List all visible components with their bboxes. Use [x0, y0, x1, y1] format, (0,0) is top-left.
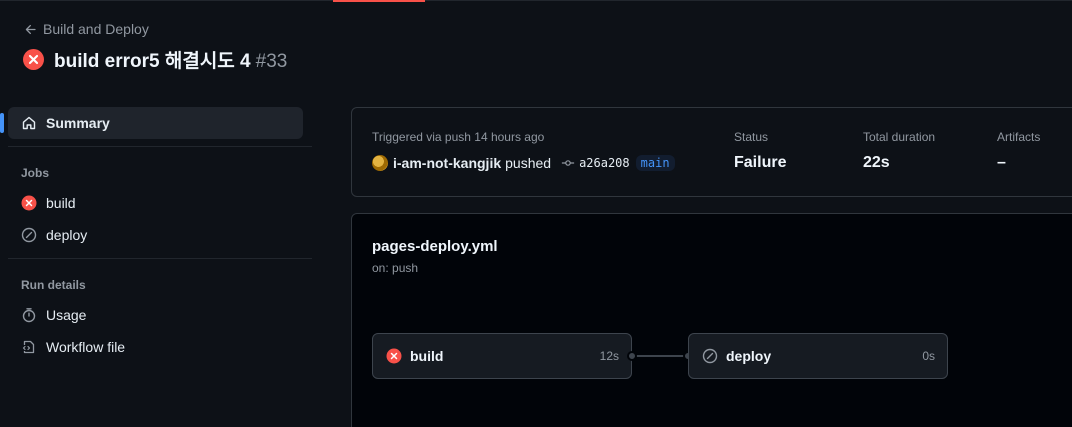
- sidebar-item-label: Usage: [46, 307, 87, 323]
- commit-link[interactable]: a26a208: [561, 156, 630, 170]
- stopwatch-icon: [22, 308, 36, 323]
- job-node-build[interactable]: build 12s: [372, 333, 632, 379]
- arrow-left-icon: [25, 24, 36, 34]
- jobs-heading: Jobs: [21, 166, 50, 180]
- status-label: Status: [734, 130, 769, 144]
- home-icon: [22, 116, 36, 130]
- top-border: [0, 0, 1072, 1]
- divider: [8, 146, 312, 147]
- trigger-label: Triggered via push 14 hours ago: [372, 130, 545, 144]
- sidebar-item-build[interactable]: build: [8, 187, 312, 219]
- artifacts-value: –: [997, 154, 1006, 171]
- branch-badge[interactable]: main: [635, 155, 675, 171]
- duration-stat: Total duration 22s: [863, 130, 935, 172]
- page-title: build error5 해결시도 4 #33: [23, 46, 287, 73]
- sidebar-item-label: Summary: [46, 115, 110, 131]
- sidebar-item-deploy[interactable]: deploy: [8, 219, 312, 251]
- status-stat: Status Failure: [734, 130, 786, 172]
- job-name: build: [410, 348, 444, 364]
- skip-icon: [21, 227, 37, 243]
- run-details-heading: Run details: [21, 278, 86, 292]
- sidebar-item-label: build: [46, 195, 76, 211]
- run-number: #33: [255, 51, 288, 72]
- sidebar-item-workflow-file[interactable]: Workflow file: [8, 331, 312, 363]
- x-circle-fill-icon: [21, 195, 37, 211]
- artifacts-stat: Artifacts –: [997, 130, 1040, 172]
- skip-icon: [702, 348, 718, 364]
- back-link-label: Build and Deploy: [43, 21, 149, 37]
- x-circle-fill-icon: [386, 348, 402, 364]
- sidebar-item-summary[interactable]: Summary: [0, 107, 303, 139]
- job-duration: 0s: [922, 349, 935, 363]
- connector-dot: [627, 351, 637, 361]
- x-circle-fill-icon: [23, 49, 44, 70]
- status-value: Failure: [734, 154, 787, 171]
- trigger-details: i-am-not-kangjik pushed a26a208 main: [372, 155, 675, 171]
- workflow-graph: pages-deploy.yml on: push build 12s depl…: [351, 213, 1072, 427]
- workflow-trigger: on: push: [372, 261, 419, 275]
- actor-link[interactable]: i-am-not-kangjik: [393, 155, 501, 171]
- artifacts-label: Artifacts: [997, 130, 1041, 144]
- back-link[interactable]: Build and Deploy: [24, 21, 149, 37]
- avatar[interactable]: [372, 155, 388, 171]
- divider: [8, 258, 312, 259]
- job-connector: [633, 355, 689, 357]
- active-tab-indicator: [333, 0, 425, 2]
- run-title-text: build error5 해결시도 4: [54, 51, 251, 72]
- duration-value: 22s: [863, 154, 890, 171]
- sidebar-item-usage[interactable]: Usage: [8, 299, 312, 331]
- sidebar-item-label: deploy: [46, 227, 88, 243]
- git-commit-icon: [561, 160, 575, 166]
- workflow-file-name: pages-deploy.yml: [372, 238, 498, 255]
- commit-sha: a26a208: [579, 156, 630, 170]
- sidebar: Summary Jobs build deploy Run details Us…: [0, 107, 312, 363]
- event-action: pushed: [505, 155, 552, 171]
- run-summary-card: Triggered via push 14 hours ago i-am-not…: [351, 107, 1072, 197]
- job-node-deploy[interactable]: deploy 0s: [688, 333, 948, 379]
- job-duration: 12s: [599, 349, 619, 363]
- duration-label: Total duration: [863, 130, 936, 144]
- file-code-icon: [22, 340, 35, 354]
- sidebar-item-label: Workflow file: [46, 339, 126, 355]
- job-name: deploy: [726, 348, 772, 364]
- run-title: build error5 해결시도 4 #33: [54, 46, 287, 73]
